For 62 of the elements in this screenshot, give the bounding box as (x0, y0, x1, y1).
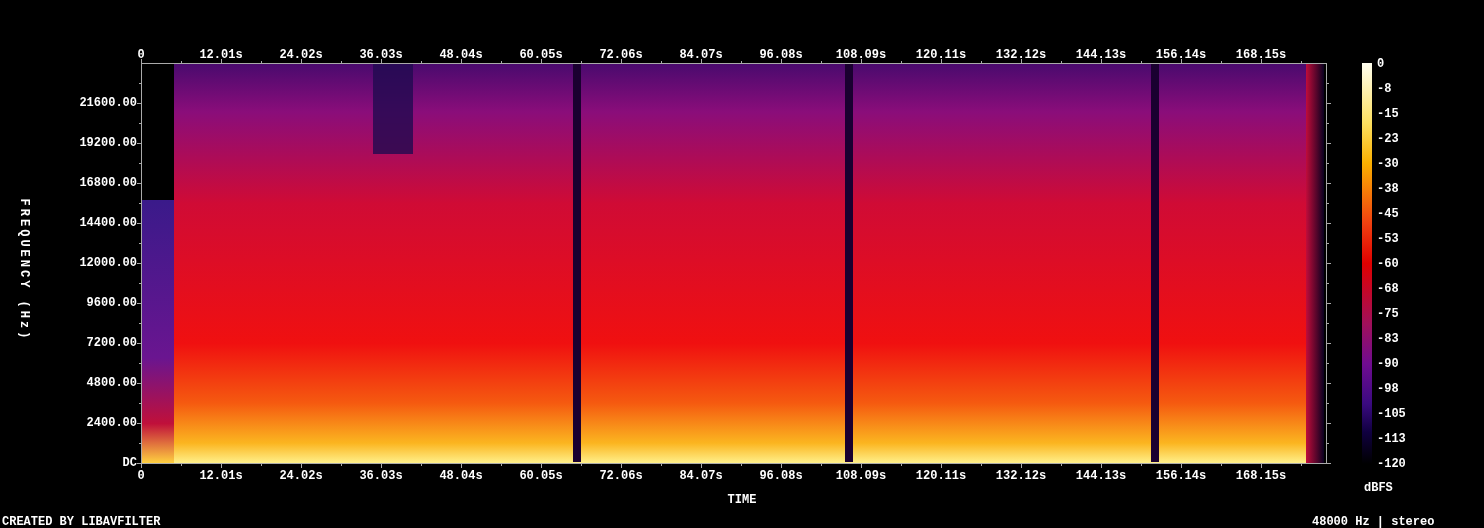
colorbar-tick-label: 0 (1377, 58, 1385, 70)
time-tick-label: 168.15s (1235, 49, 1287, 61)
frequency-tick-label: 21600.00 (79, 97, 137, 109)
time-tick-label: 0 (137, 470, 145, 482)
colorbar-tick-label: -75 (1377, 308, 1399, 320)
colorbar-tick-label: -53 (1377, 233, 1399, 245)
sample-rate-text: 48000 Hz | stereo (1312, 516, 1435, 528)
frequency-tick-label: 9600.00 (86, 297, 137, 309)
time-tick-label: 144.13s (1075, 49, 1127, 61)
frequency-tick-label: 2400.00 (86, 417, 137, 429)
colorbar-tick-label: -30 (1377, 158, 1399, 170)
credit-text: CREATED BY LIBAVFILTER (2, 516, 161, 528)
colorbar-tick-label: -68 (1377, 283, 1399, 295)
time-tick-label: 48.04s (439, 470, 483, 482)
time-tick-label: 36.03s (359, 470, 403, 482)
time-tick-label: 24.02s (279, 470, 323, 482)
time-tick-label: 156.14s (1155, 470, 1207, 482)
frequency-tick-label: 7200.00 (86, 337, 137, 349)
time-tick-label: 144.13s (1075, 470, 1127, 482)
time-tick-label: 108.09s (835, 470, 887, 482)
time-tick-label: 36.03s (359, 49, 403, 61)
axis-title: TIME (727, 494, 757, 506)
colorbar-tick-label: -45 (1377, 208, 1399, 220)
time-tick-label: 108.09s (835, 49, 887, 61)
colorbar-tick-label: -98 (1377, 383, 1399, 395)
time-tick-label: 96.08s (759, 49, 803, 61)
colorbar-tick-label: -60 (1377, 258, 1399, 270)
time-tick-label: 60.05s (519, 49, 563, 61)
colorbar-tick-label: -8 (1377, 83, 1392, 95)
frequency-tick-label: 14400.00 (79, 217, 137, 229)
frequency-tick-label: 16800.00 (79, 177, 137, 189)
colorbar-tick-label: -120 (1377, 458, 1406, 470)
colorbar-tick-label: -83 (1377, 333, 1399, 345)
time-tick-label: 48.04s (439, 49, 483, 61)
time-tick-label: 156.14s (1155, 49, 1207, 61)
frequency-tick-label: 12000.00 (79, 257, 137, 269)
time-tick-label: 84.07s (679, 49, 723, 61)
time-tick-label: 72.06s (599, 470, 643, 482)
colorbar-tick-label: -90 (1377, 358, 1399, 370)
time-tick-label: 96.08s (759, 470, 803, 482)
time-tick-label: 120.11s (915, 470, 967, 482)
colorbar-tick-label: -15 (1377, 108, 1399, 120)
frequency-tick-label: 19200.00 (79, 137, 137, 149)
time-tick-label: 168.15s (1235, 470, 1287, 482)
colorbar-tick-label: -23 (1377, 133, 1399, 145)
colorbar-tick-label: -113 (1377, 433, 1406, 445)
time-tick-label: 132.12s (995, 49, 1047, 61)
time-tick-label: 84.07s (679, 470, 723, 482)
time-tick-label: 0 (137, 49, 145, 61)
time-tick-label: 60.05s (519, 470, 563, 482)
frequency-tick-label: DC (122, 457, 137, 469)
colorbar-tick-label: -38 (1377, 183, 1399, 195)
frequency-tick-label: 4800.00 (86, 377, 137, 389)
colorbar-unit: dBFS (1364, 482, 1393, 494)
time-tick-label: 132.12s (995, 470, 1047, 482)
time-tick-label: 24.02s (279, 49, 323, 61)
colorbar-tick-label: -105 (1377, 408, 1406, 420)
time-tick-label: 120.11s (915, 49, 967, 61)
axis-title: FREQUENCY (Hz) (18, 198, 30, 342)
time-tick-label: 12.01s (199, 470, 243, 482)
time-tick-label: 72.06s (599, 49, 643, 61)
time-tick-label: 12.01s (199, 49, 243, 61)
